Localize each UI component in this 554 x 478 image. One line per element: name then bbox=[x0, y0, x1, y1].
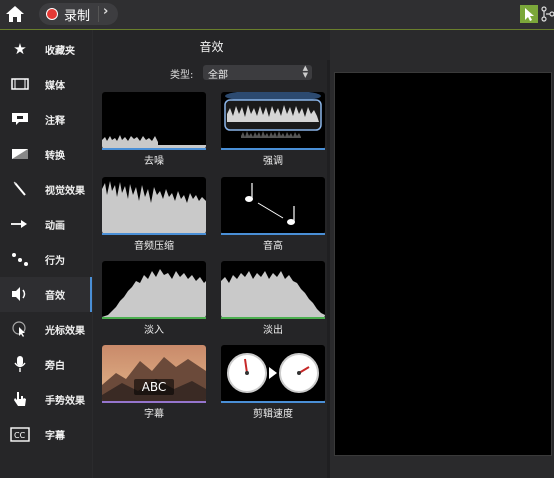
behavior-dots-icon bbox=[10, 250, 30, 268]
tile-accent-line bbox=[221, 148, 325, 150]
sidebar-item-label: 光标效果 bbox=[45, 326, 85, 337]
sidebar-item-annotations[interactable]: 注释 bbox=[0, 102, 92, 137]
sidebar-item-favorites[interactable]: ★ 收藏夹 bbox=[0, 32, 92, 67]
pitch-thumbnail bbox=[221, 177, 325, 234]
sidebar-item-visual-effects[interactable]: 视觉效果 bbox=[0, 172, 92, 207]
filter-label: 类型: bbox=[170, 70, 194, 81]
effect-tile-emphasize[interactable]: 强调 bbox=[221, 92, 325, 167]
sidebar-item-label: 行为 bbox=[45, 256, 65, 267]
fade-out-thumbnail bbox=[221, 261, 325, 318]
record-button[interactable]: 录制 › bbox=[39, 3, 118, 25]
record-dot-icon bbox=[46, 8, 58, 20]
cc-icon: CC bbox=[10, 425, 30, 443]
top-toolbar: 录制 › bbox=[0, 0, 554, 30]
sidebar-item-label: 手势效果 bbox=[45, 396, 85, 407]
tile-accent-line bbox=[102, 401, 206, 403]
audio-compression-thumbnail bbox=[102, 177, 206, 234]
animation-arrow-icon bbox=[10, 215, 30, 233]
magic-wand-icon bbox=[10, 180, 30, 198]
record-divider bbox=[98, 6, 99, 22]
svg-text:CC: CC bbox=[14, 431, 26, 440]
tile-label: 剪辑速度 bbox=[253, 409, 293, 420]
tile-accent-line bbox=[102, 233, 206, 235]
tile-label: 淡出 bbox=[263, 325, 283, 336]
film-icon bbox=[10, 75, 30, 93]
cursor-effect-icon bbox=[10, 320, 30, 338]
sidebar-item-label: 旁白 bbox=[45, 361, 65, 372]
effect-tile-fade-out[interactable]: 淡出 bbox=[221, 261, 325, 336]
up-down-arrow-icon: ▲ ▼ bbox=[302, 64, 308, 79]
sidebar-item-gesture-effects[interactable]: 手势效果 bbox=[0, 382, 92, 417]
tile-accent-line bbox=[221, 317, 325, 319]
sidebar-item-animations[interactable]: 动画 bbox=[0, 207, 92, 242]
emphasize-thumbnail bbox=[221, 92, 325, 149]
chevron-right-icon[interactable]: › bbox=[103, 4, 108, 19]
sidebar-item-label: 转换 bbox=[45, 151, 65, 162]
sidebar-item-label: 注释 bbox=[45, 116, 65, 127]
effect-tile-audio-compression[interactable]: 音频压缩 bbox=[102, 177, 206, 252]
tile-accent-line bbox=[221, 233, 325, 235]
type-filter-select[interactable]: 全部 ▲ ▼ bbox=[203, 64, 312, 81]
captions-thumbnail-text: ABC bbox=[141, 380, 167, 394]
sidebar-item-transitions[interactable]: 转换 bbox=[0, 137, 92, 172]
home-icon[interactable] bbox=[5, 5, 25, 23]
sidebar-item-cursor-effects[interactable]: 光标效果 bbox=[0, 312, 92, 347]
effect-tile-pitch[interactable]: 音高 bbox=[221, 177, 325, 252]
filter-value: 全部 bbox=[208, 70, 228, 81]
audio-effects-library: 音效 类型: 全部 ▲ ▼ 去噪 强调 音频压缩 音高 淡入 淡出 ABC 字幕… bbox=[93, 30, 330, 478]
sidebar-item-label: 动画 bbox=[45, 221, 65, 232]
library-title: 音效 bbox=[199, 40, 224, 54]
tile-accent-line bbox=[102, 148, 206, 150]
record-label: 录制 bbox=[64, 9, 91, 24]
sidebar-item-label: 媒体 bbox=[45, 81, 65, 92]
tile-label: 去噪 bbox=[144, 156, 164, 167]
sidebar-item-media[interactable]: 媒体 bbox=[0, 67, 92, 102]
tile-label: 音频压缩 bbox=[134, 241, 174, 252]
effect-tile-captions[interactable]: ABC 字幕 bbox=[102, 345, 206, 420]
sidebar-item-captions[interactable]: CC 字幕 bbox=[0, 417, 92, 452]
captions-thumbnail: ABC bbox=[102, 345, 206, 402]
tile-accent-line bbox=[102, 317, 206, 319]
sidebar-item-audio-effects[interactable]: 音效 bbox=[0, 277, 92, 312]
effect-tile-fade-in[interactable]: 淡入 bbox=[102, 261, 206, 336]
tile-label: 强调 bbox=[263, 156, 283, 167]
effect-tile-noise-removal[interactable]: 去噪 bbox=[102, 92, 206, 167]
preview-canvas[interactable] bbox=[334, 72, 552, 456]
noise-removal-thumbnail bbox=[102, 92, 206, 149]
node-graph-icon[interactable] bbox=[541, 5, 554, 23]
cursor-select-icon[interactable] bbox=[520, 5, 538, 23]
sidebar-item-behaviors[interactable]: 行为 bbox=[0, 242, 92, 277]
effect-tile-clip-speed[interactable]: 剪辑速度 bbox=[221, 345, 325, 420]
tile-label: 字幕 bbox=[144, 409, 164, 420]
annotation-icon bbox=[10, 110, 30, 128]
hand-gesture-icon bbox=[10, 390, 30, 408]
clip-speed-thumbnail bbox=[221, 345, 325, 402]
tile-accent-line bbox=[221, 401, 325, 403]
sidebar-item-label: 字幕 bbox=[45, 431, 65, 442]
sidebar-item-label: 音效 bbox=[45, 291, 65, 302]
fade-in-thumbnail bbox=[102, 261, 206, 318]
tile-label: 音高 bbox=[263, 241, 283, 252]
microphone-icon bbox=[10, 355, 30, 373]
tile-label: 淡入 bbox=[144, 325, 164, 336]
transition-icon bbox=[10, 145, 30, 163]
sidebar-item-voice-narration[interactable]: 旁白 bbox=[0, 347, 92, 382]
speaker-icon bbox=[10, 285, 30, 303]
sidebar-item-label: 视觉效果 bbox=[45, 186, 85, 197]
sidebar: ★ 收藏夹 媒体 注释 转换 视觉效果 动画 行为 音效 光标效果 旁白 手势效… bbox=[0, 30, 92, 478]
star-icon: ★ bbox=[13, 40, 27, 58]
sidebar-item-label: 收藏夹 bbox=[45, 46, 75, 57]
